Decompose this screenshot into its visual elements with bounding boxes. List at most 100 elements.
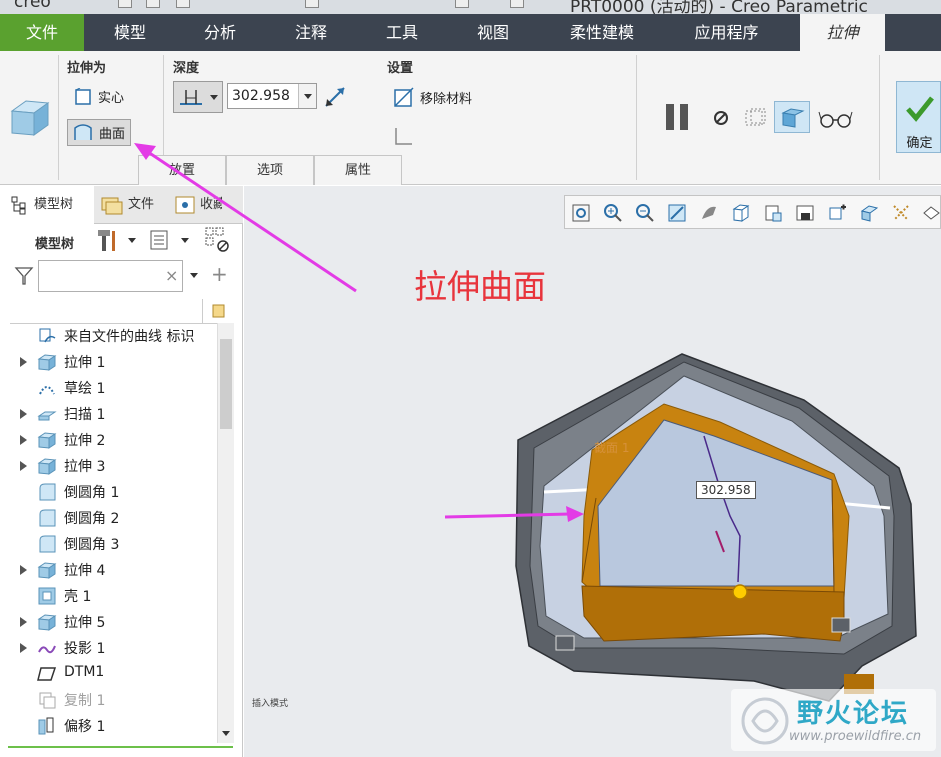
save-icon[interactable]: [176, 0, 190, 8]
tree-item[interactable]: 来自文件的曲线 标识: [0, 323, 217, 349]
preview-separate-icon[interactable]: [743, 107, 769, 129]
expand-arrow-icon[interactable]: [20, 435, 27, 445]
confirm-button[interactable]: 确定: [896, 81, 941, 153]
tree-settings-icon[interactable]: [95, 227, 121, 253]
expand-arrow-icon[interactable]: [20, 461, 27, 471]
expand-arrow-icon[interactable]: [20, 357, 27, 367]
spin-center-icon[interactable]: [827, 203, 847, 223]
subtab-properties[interactable]: 属性: [314, 155, 402, 185]
tree-item[interactable]: 拉伸 5: [0, 609, 217, 635]
perspective-view-icon[interactable]: [795, 203, 815, 223]
hide-items-icon[interactable]: [204, 226, 232, 254]
tab-tools[interactable]: 工具: [362, 14, 442, 51]
tree-item[interactable]: 拉伸 4: [0, 557, 217, 583]
tree-item[interactable]: 拉伸 2: [0, 427, 217, 453]
tree-item[interactable]: 投影 1: [0, 635, 217, 661]
display-style-icon[interactable]: [699, 203, 719, 223]
flip-direction-icon[interactable]: [323, 85, 347, 109]
tree-item[interactable]: 草绘 1: [0, 375, 217, 401]
show-list-icon[interactable]: [148, 228, 172, 252]
chevron-down-icon: [304, 94, 312, 99]
regenerate-icon[interactable]: [305, 0, 319, 8]
tree-item[interactable]: 拉伸 3: [0, 453, 217, 479]
tree-filter-input[interactable]: [38, 260, 183, 292]
no-preview-icon[interactable]: [712, 109, 730, 127]
expand-arrow-icon[interactable]: [20, 643, 27, 653]
annotation-display-icon[interactable]: [891, 203, 911, 223]
tab-annotate[interactable]: 注释: [271, 14, 351, 51]
surface-button[interactable]: 曲面: [67, 119, 132, 146]
expand-arrow-icon[interactable]: [20, 409, 27, 419]
watermark-title: 野火论坛: [797, 699, 910, 729]
zoom-in-icon[interactable]: [603, 203, 623, 223]
clear-filter-icon[interactable]: ×: [165, 266, 178, 285]
tab-flexible-modeling[interactable]: 柔性建模: [552, 14, 652, 51]
view-toolbar: [564, 195, 941, 229]
depth-dimension-label[interactable]: 302.958: [696, 481, 756, 499]
tree-item[interactable]: 偏移 1: [0, 713, 217, 739]
subtab-placement[interactable]: 放置: [138, 155, 226, 185]
scroll-down-icon[interactable]: [222, 731, 230, 736]
tab-favorites[interactable]: 收藏: [174, 186, 240, 224]
tree-item[interactable]: 倒圆角 1: [0, 479, 217, 505]
tree-item[interactable]: 复制 1: [0, 687, 217, 713]
remove-material-label: 移除材料: [420, 91, 473, 107]
tab-model[interactable]: 模型: [90, 14, 170, 51]
refit-icon[interactable]: [571, 203, 591, 223]
repaint-icon[interactable]: [667, 203, 687, 223]
tree-scrollbar-thumb[interactable]: [220, 339, 232, 429]
close-window-icon[interactable]: [510, 0, 524, 8]
tab-view[interactable]: 视图: [453, 14, 533, 51]
chevron-down-icon[interactable]: [128, 238, 136, 243]
tree-item-label: 草绘 1: [64, 381, 106, 397]
preview-attached-button[interactable]: [774, 101, 810, 133]
tab-folder-browser[interactable]: 文件: [100, 186, 164, 224]
expand-arrow-icon[interactable]: [20, 617, 27, 627]
tab-extrude[interactable]: 拉伸: [800, 14, 885, 51]
filter-icon[interactable]: [14, 266, 34, 286]
model-viewport[interactable]: [244, 186, 941, 757]
tree-item[interactable]: DTM1: [0, 661, 217, 687]
tree-item[interactable]: 拉伸 1: [0, 349, 217, 375]
expand-arrow-icon[interactable]: [20, 565, 27, 575]
tree-item[interactable]: 倒圆角 3: [0, 531, 217, 557]
tree-item-label: 倒圆角 3: [64, 537, 120, 553]
graphics-window[interactable]: 拉伸曲面 截面 1 302.958 插入模式 野火论坛 www.proewild…: [244, 186, 941, 757]
open-file-icon[interactable]: [146, 0, 160, 8]
chevron-down-icon[interactable]: [181, 238, 189, 243]
tab-analysis[interactable]: 分析: [180, 14, 260, 51]
sweep-icon: [37, 411, 57, 421]
add-filter-icon[interactable]: +: [211, 262, 228, 286]
tree-item[interactable]: 倒圆角 2: [0, 505, 217, 531]
subtab-options[interactable]: 选项: [226, 155, 314, 185]
drag-handle[interactable]: [732, 584, 748, 600]
remove-material-button[interactable]: 移除材料: [394, 87, 472, 107]
copy-icon: [39, 692, 56, 709]
solid-button[interactable]: 实心: [74, 87, 124, 106]
tab-model-tree[interactable]: 模型树: [0, 186, 94, 224]
depth-value-dropdown[interactable]: [298, 84, 316, 108]
new-file-icon[interactable]: [118, 0, 132, 8]
model-tree-panel: 模型树 文件 收藏 模型树 × + 来自文件的曲线 标识 拉伸 1 草绘 1 扫…: [0, 186, 243, 757]
zoom-out-icon[interactable]: [635, 203, 655, 223]
datum-display-icon[interactable]: [859, 203, 879, 223]
view-manager-icon[interactable]: [763, 203, 783, 223]
settings-label: 设置: [387, 61, 414, 76]
depth-type-button[interactable]: [173, 81, 223, 113]
windows-icon[interactable]: [455, 0, 469, 8]
chevron-down-icon[interactable]: [190, 273, 198, 278]
saved-orientations-icon[interactable]: [731, 203, 751, 223]
ribbon-tab-bar: 文件 模型 分析 注释 工具 视图 柔性建模 应用程序 拉伸: [0, 14, 941, 51]
more-display-icon[interactable]: [921, 203, 941, 223]
tree-scrollbar[interactable]: [217, 323, 234, 743]
tab-file[interactable]: 文件: [0, 14, 84, 51]
thicken-icon[interactable]: [394, 126, 414, 146]
verify-glasses-icon[interactable]: [818, 109, 854, 129]
column-header[interactable]: [202, 299, 243, 323]
extrude-ribbon: 拉伸为 实心 曲面 深度 302.958 设置 移除材料 确定 放置 选项 属性: [0, 51, 941, 185]
tree-item[interactable]: 扫描 1: [0, 401, 217, 427]
surface-icon: [74, 123, 92, 140]
tree-item[interactable]: 壳 1: [0, 583, 217, 609]
tab-applications[interactable]: 应用程序: [674, 14, 779, 51]
pause-icon[interactable]: [664, 103, 692, 131]
